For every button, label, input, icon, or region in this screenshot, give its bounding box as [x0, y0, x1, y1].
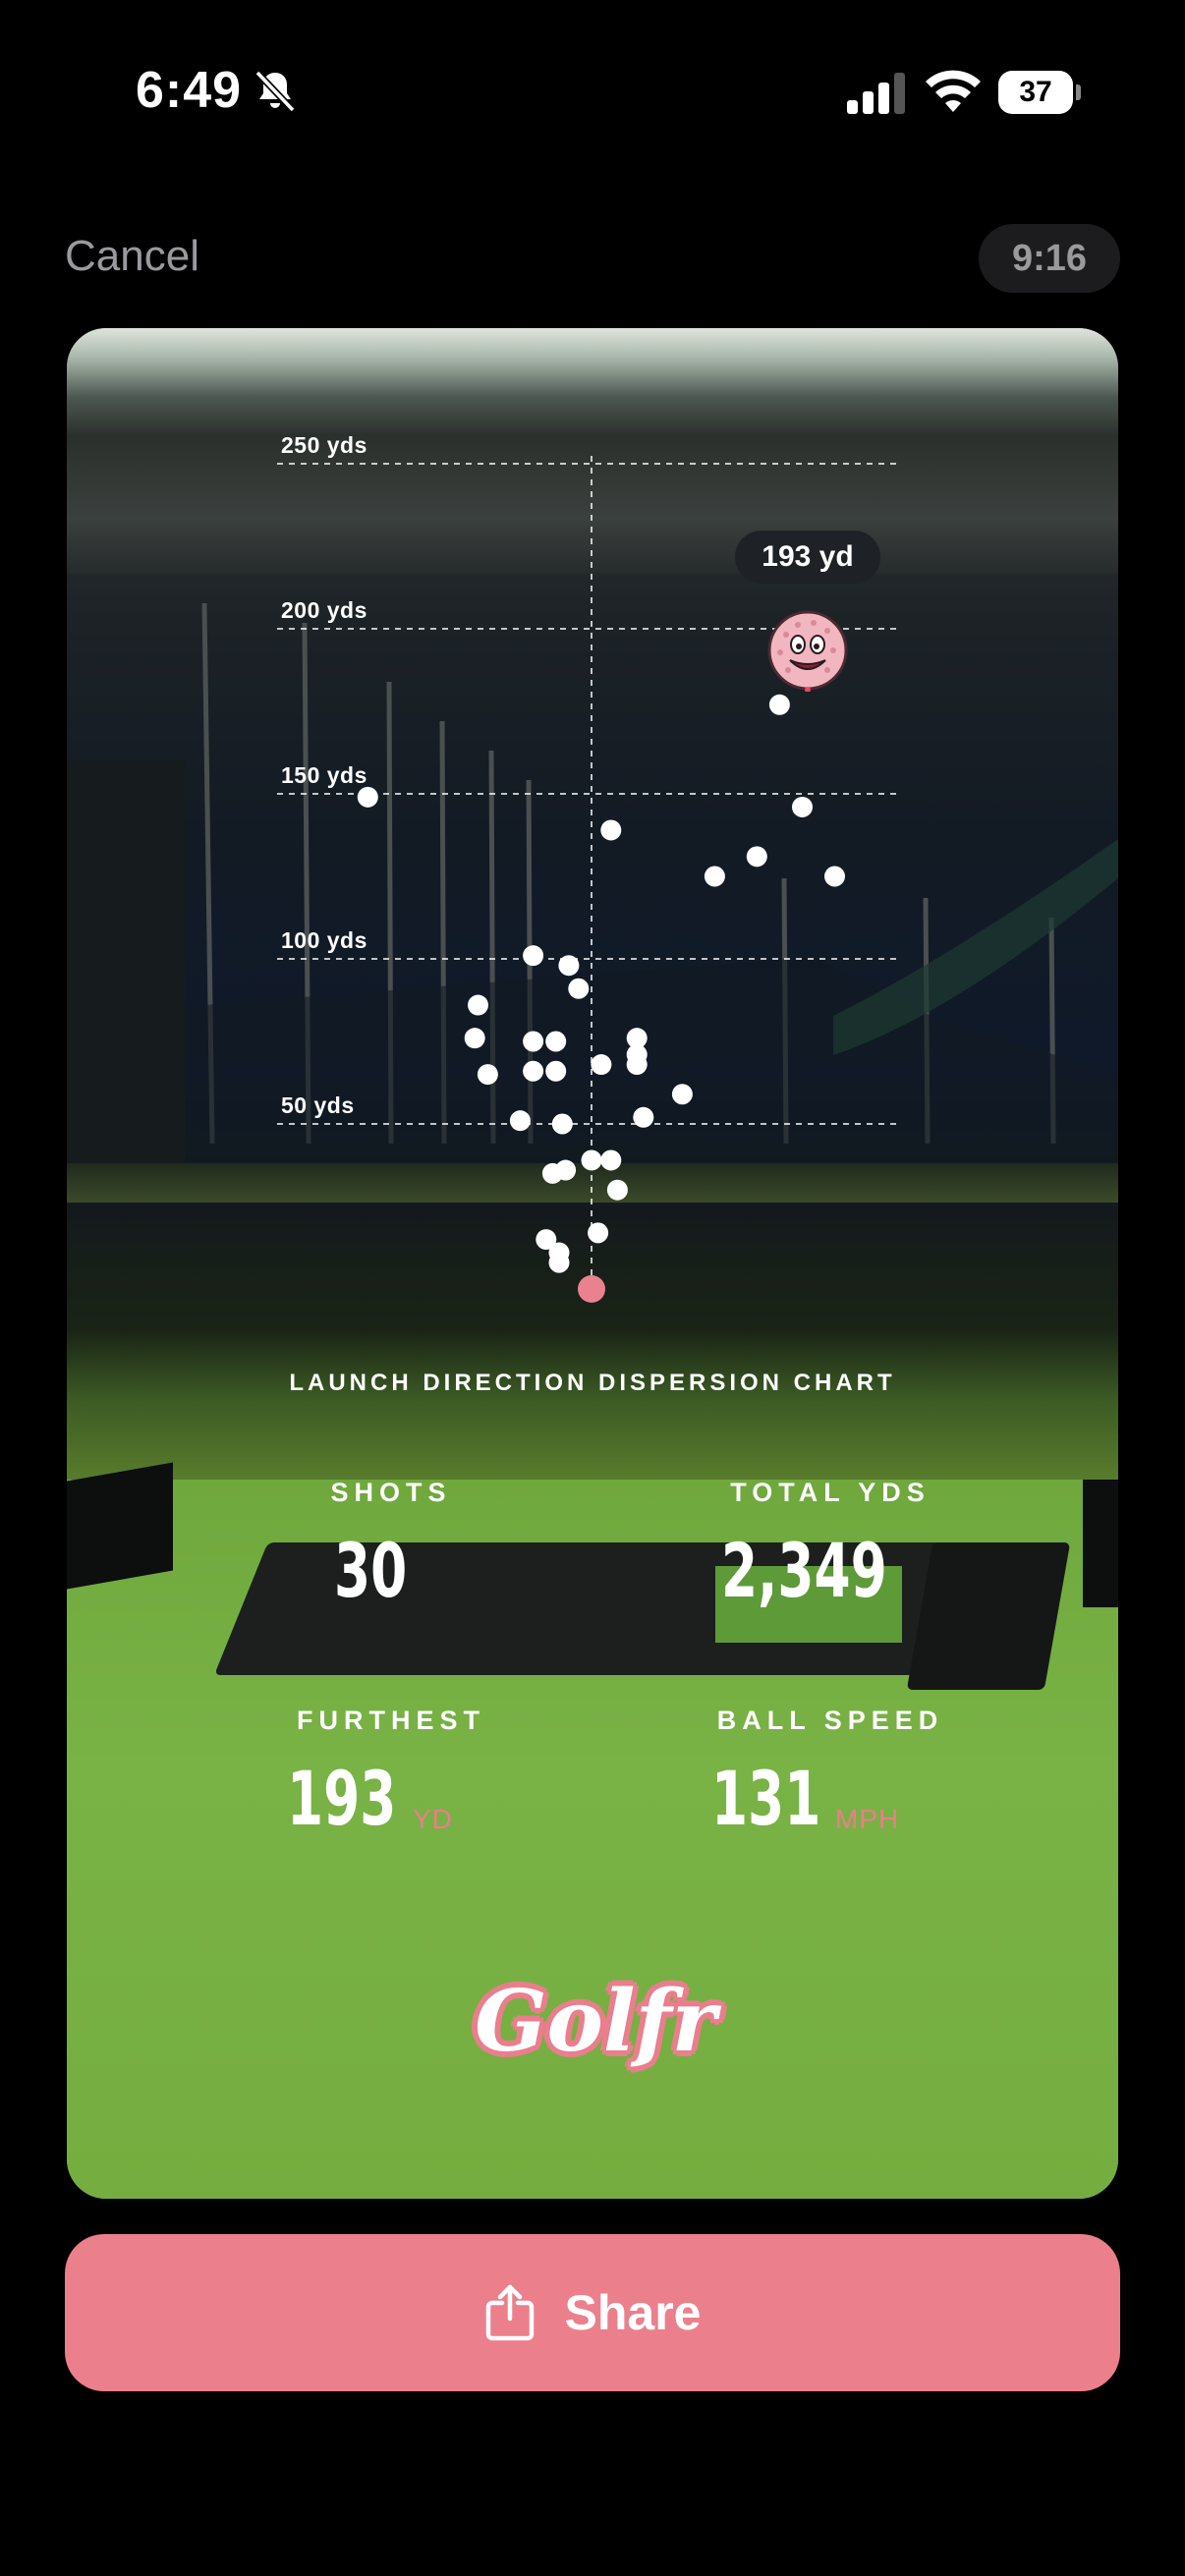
y-tick-label: 200 yds — [281, 597, 367, 623]
cellular-signal-icon — [847, 73, 905, 114]
bag-right — [1083, 1480, 1118, 1607]
shot-point — [588, 1222, 609, 1244]
shot-point — [746, 846, 767, 868]
shot-point — [545, 1031, 567, 1052]
total-yds-label: TOTAL YDS — [730, 1478, 931, 1507]
furthest-value: 193 — [287, 1755, 397, 1842]
ball-speed-value: 131 — [711, 1755, 821, 1842]
dispersion-chart — [277, 456, 896, 1303]
battery-level: 37 — [998, 71, 1073, 114]
shot-point — [555, 1159, 577, 1181]
shot-point — [523, 1031, 544, 1052]
golf-ball-mascot-icon — [767, 610, 848, 692]
furthest-unit: YD — [413, 1804, 453, 1834]
shot-point — [824, 866, 845, 887]
origin-point — [578, 1275, 605, 1303]
ball-speed-unit: MPH — [835, 1804, 900, 1834]
golfr-logo: Golfr — [458, 1955, 733, 2087]
cancel-button[interactable]: Cancel — [65, 232, 199, 281]
battery-indicator: 37 — [998, 71, 1081, 114]
y-tick-label: 150 yds — [281, 762, 367, 788]
ball-speed-label: BALL SPEED — [716, 1706, 944, 1735]
shot-point — [792, 796, 813, 817]
shot-point — [581, 1149, 602, 1171]
shot-point — [357, 786, 378, 808]
shot-point — [477, 1064, 498, 1086]
share-label: Share — [564, 2285, 702, 2340]
shot-point — [551, 1113, 573, 1135]
shot-point — [558, 955, 580, 977]
shots-value: 30 — [334, 1527, 408, 1614]
bell-muted-icon — [254, 70, 296, 113]
shot-point — [626, 1028, 648, 1049]
shot-point — [606, 1179, 628, 1201]
ball-tray — [906, 1542, 1071, 1690]
shot-point — [633, 1106, 654, 1128]
furthest-label: FURTHEST — [297, 1706, 485, 1735]
shots-label: SHOTS — [330, 1478, 452, 1507]
chart-title: LAUNCH DIRECTION DISPERSION CHART — [289, 1370, 896, 1396]
share-button[interactable]: Share — [65, 2234, 1120, 2391]
total-yds-value: 2,349 — [721, 1527, 887, 1614]
shot-point — [600, 1149, 622, 1171]
shot-point — [468, 994, 488, 1016]
y-tick-label: 100 yds — [281, 927, 367, 953]
aspect-ratio-button[interactable]: 9:16 — [979, 224, 1120, 293]
shot-point — [464, 1028, 485, 1049]
share-card: 250 yds 200 yds 150 yds 100 yds 50 yds 1… — [67, 328, 1118, 2199]
y-tick-label: 50 yds — [281, 1092, 355, 1118]
shot-point — [704, 866, 725, 887]
shot-point — [591, 1054, 612, 1076]
y-tick-label: 250 yds — [281, 432, 367, 458]
status-time: 6:49 — [136, 62, 243, 119]
golfr-logo-text: Golfr — [475, 1971, 716, 2071]
bag-left — [67, 1462, 173, 1590]
shot-point — [548, 1252, 570, 1273]
shot-point — [509, 1110, 531, 1132]
furthest-shot-bubble: 193 yd — [735, 531, 880, 584]
shot-point — [523, 945, 544, 967]
shot-point — [600, 819, 622, 841]
status-bar: 6:49 37 — [0, 0, 1185, 187]
wifi-icon — [926, 70, 981, 112]
shot-point — [768, 694, 790, 715]
shot-point — [523, 1060, 544, 1082]
shot-point — [568, 978, 590, 999]
share-icon — [485, 2284, 534, 2341]
shot-point — [671, 1084, 693, 1105]
shot-point — [545, 1060, 567, 1082]
battery-nub — [1076, 84, 1081, 100]
